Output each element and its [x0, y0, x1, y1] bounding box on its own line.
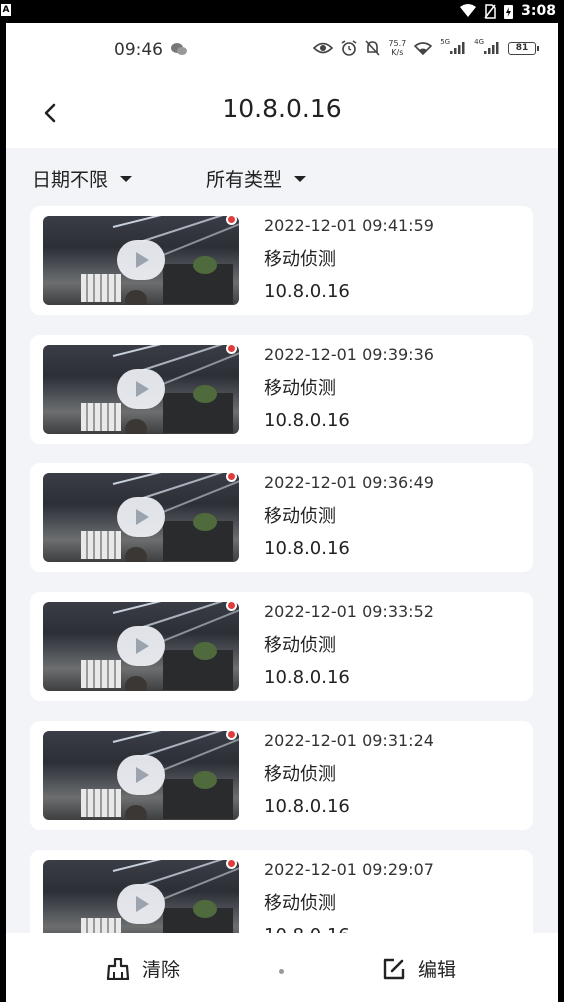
no-sim-icon [484, 3, 496, 19]
clear-button-label: 清除 [142, 959, 181, 981]
record-device-ip: 10.8.0.16 [264, 667, 350, 688]
video-thumbnail[interactable] [43, 216, 239, 305]
record-device-ip: 10.8.0.16 [264, 796, 350, 817]
play-icon[interactable] [117, 369, 165, 409]
record-status-dot [226, 214, 237, 225]
bottom-divider-dot [279, 969, 284, 974]
play-icon[interactable] [117, 240, 165, 280]
record-timestamp: 2022-12-01 09:41:59 [264, 216, 434, 235]
cell-signal-2-icon [484, 42, 499, 54]
record-card[interactable]: 2022-12-01 09:39:36 移动侦测 10.8.0.16 [30, 335, 533, 444]
record-status-dot [226, 858, 237, 869]
video-thumbnail[interactable] [43, 473, 239, 562]
filter-bar: 日期不限 所有类型 [6, 148, 558, 206]
edit-button[interactable]: 编辑 [382, 955, 456, 982]
mute-bell-icon [365, 40, 380, 56]
app-notification-icon: A [1, 4, 11, 16]
edit-icon [383, 958, 405, 979]
record-event-type: 移动侦测 [264, 635, 336, 656]
record-timestamp: 2022-12-01 09:29:07 [264, 860, 434, 879]
date-filter-label: 日期不限 [32, 169, 109, 191]
signal2-label: 4G [474, 38, 484, 46]
alarm-icon [341, 40, 357, 56]
broom-icon [106, 957, 130, 980]
wifi-signal-icon [414, 41, 433, 55]
video-thumbnail[interactable] [43, 345, 239, 434]
play-icon[interactable] [117, 755, 165, 795]
play-icon[interactable] [117, 626, 165, 666]
battery-icon: 81 [508, 41, 539, 55]
page-header: 10.8.0.16 [6, 78, 558, 148]
phone-screen: 09:46 75.7 K/s 5G 4G 81 10.8.0.16 日期不限 所… [6, 23, 558, 1002]
clear-button[interactable]: 清除 [106, 955, 180, 982]
net-speed-unit: K/s [391, 48, 404, 57]
record-timestamp: 2022-12-01 09:31:24 [264, 731, 434, 750]
wechat-icon [171, 43, 187, 55]
record-timestamp: 2022-12-01 09:39:36 [264, 345, 434, 364]
record-event-type: 移动侦测 [264, 764, 336, 785]
record-event-type: 移动侦测 [264, 506, 336, 527]
edit-button-label: 编辑 [418, 959, 457, 981]
video-thumbnail[interactable] [43, 602, 239, 691]
record-event-type: 移动侦测 [264, 378, 336, 399]
outer-clock: 3:08 [521, 3, 556, 19]
net-speed-value: 75.7 [388, 39, 407, 48]
video-thumbnail[interactable] [43, 731, 239, 820]
record-status-dot [226, 729, 237, 740]
record-status-dot [226, 343, 237, 354]
eye-icon [313, 42, 334, 54]
system-status-bar: A 3:08 [0, 0, 564, 23]
record-timestamp: 2022-12-01 09:33:52 [264, 602, 434, 621]
page-title: 10.8.0.16 [222, 94, 342, 123]
net-speed-indicator: 75.7 K/s [388, 39, 406, 57]
record-status-dot [226, 471, 237, 482]
battery-charging-icon [504, 4, 514, 19]
record-card[interactable]: 2022-12-01 09:33:52 移动侦测 10.8.0.16 [30, 592, 533, 701]
bottom-action-bar: 清除 编辑 [6, 933, 558, 1002]
record-event-type: 移动侦测 [264, 249, 336, 270]
wifi-icon [460, 4, 477, 17]
record-device-ip: 10.8.0.16 [264, 410, 350, 431]
record-card[interactable]: 2022-12-01 09:41:59 移动侦测 10.8.0.16 [30, 206, 533, 315]
record-card[interactable]: 2022-12-01 09:31:24 移动侦测 10.8.0.16 [30, 721, 533, 830]
cell-signal-icon [450, 42, 465, 54]
play-icon[interactable] [117, 884, 165, 924]
type-filter-dropdown[interactable]: 所有类型 [206, 165, 307, 192]
record-timestamp: 2022-12-01 09:36:49 [264, 473, 434, 492]
record-card[interactable]: 2022-12-01 09:36:49 移动侦测 10.8.0.16 [30, 463, 533, 572]
signal1-label: 5G [440, 38, 451, 46]
record-device-ip: 10.8.0.16 [264, 538, 350, 559]
record-status-dot [226, 600, 237, 611]
record-device-ip: 10.8.0.16 [264, 281, 350, 302]
type-filter-label: 所有类型 [206, 169, 283, 191]
date-filter-dropdown[interactable]: 日期不限 [32, 165, 133, 192]
inner-status-bar: 09:46 75.7 K/s 5G 4G 81 [6, 23, 558, 78]
caret-down-icon [294, 175, 307, 182]
inner-clock: 09:46 [114, 40, 163, 60]
caret-down-icon [120, 175, 133, 182]
record-event-type: 移动侦测 [264, 893, 336, 914]
play-icon[interactable] [117, 497, 165, 537]
